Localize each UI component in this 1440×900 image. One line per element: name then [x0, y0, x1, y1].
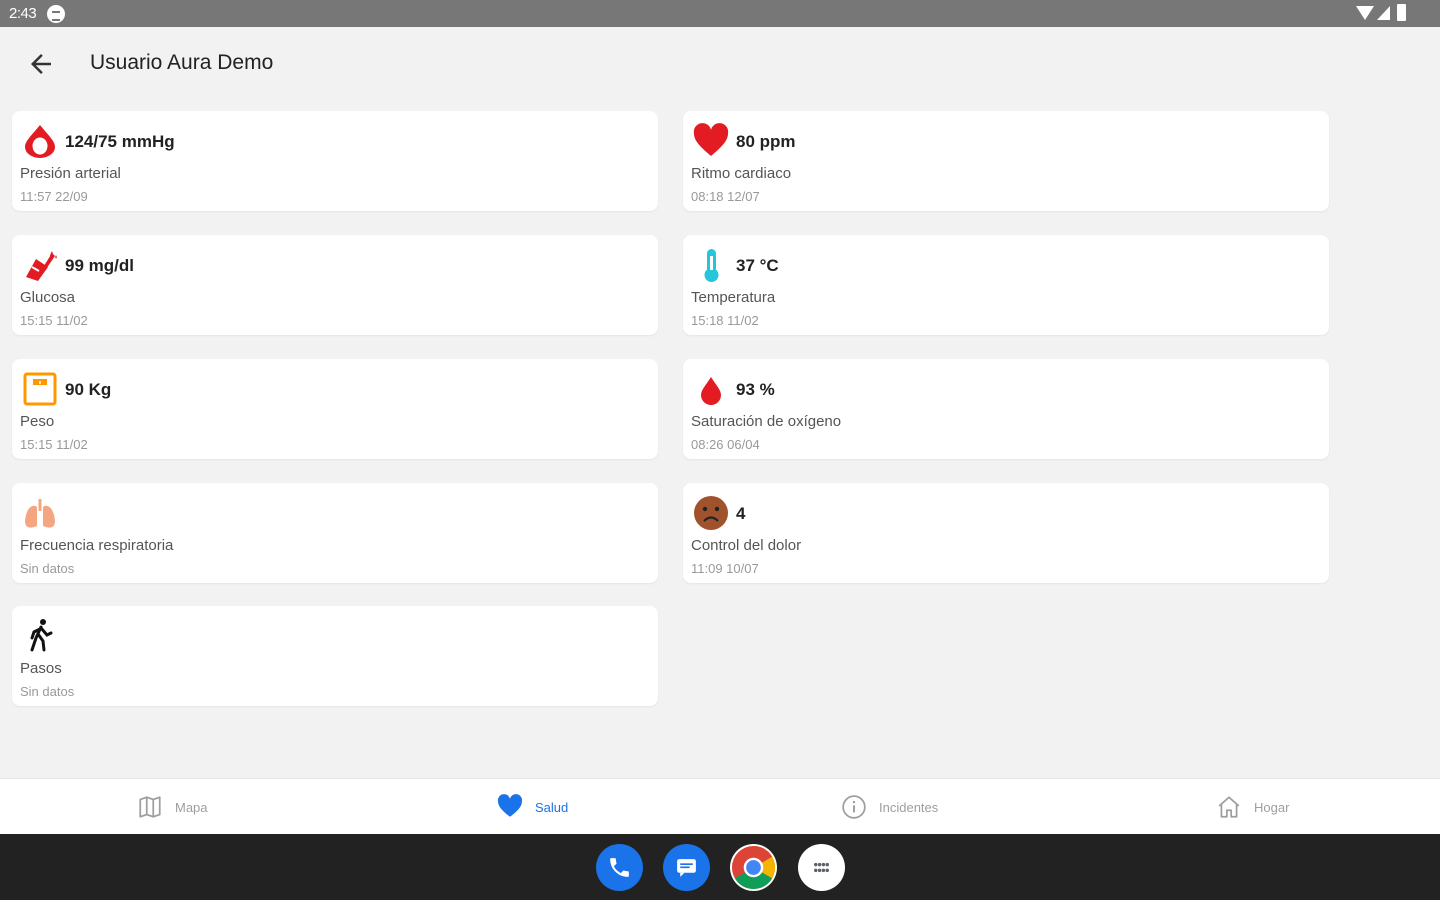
card-label: Ritmo cardiaco	[691, 165, 792, 182]
wifi-icon	[1356, 6, 1374, 20]
messages-app[interactable]	[663, 844, 710, 891]
card-label: Pasos	[20, 660, 62, 677]
heart-icon	[497, 794, 523, 817]
status-time: 2:43	[9, 5, 37, 22]
card-temperature[interactable]: 37 °C Temperatura 15:18 11/02	[683, 235, 1329, 335]
nav-label: Salud	[535, 799, 569, 815]
card-label: Frecuencia respiratoria	[20, 537, 174, 554]
card-date: 11:57 22/09	[20, 189, 88, 204]
chrome-icon	[731, 845, 776, 890]
card-blood-pressure[interactable]: 124/75 mmHg Presión arterial 11:57 22/09	[12, 111, 658, 211]
card-respiratory[interactable]: Frecuencia respiratoria Sin datos	[12, 483, 658, 583]
info-icon	[842, 795, 866, 819]
system-icons	[1356, 4, 1412, 22]
heart-icon	[693, 123, 729, 156]
card-date: 11:09 10/07	[691, 561, 759, 576]
card-label: Control del dolor	[691, 537, 802, 554]
notification-icon	[47, 5, 65, 23]
card-date: 08:18 12/07	[691, 189, 760, 204]
card-value: 37 °C	[736, 256, 779, 275]
card-date: 15:18 11/02	[691, 313, 759, 328]
card-label: Saturación de oxígeno	[691, 413, 842, 430]
oxygen-drop-icon	[701, 377, 721, 405]
thermometer-icon	[704, 249, 719, 282]
card-weight[interactable]: 90 Kg Peso 15:15 11/02	[12, 359, 658, 459]
card-date: Sin datos	[20, 561, 75, 576]
nav-incidents[interactable]: Incidentes	[841, 779, 938, 835]
app-drawer[interactable]	[798, 844, 845, 891]
battery-icon	[1397, 4, 1406, 21]
lungs-icon	[25, 499, 55, 528]
map-icon	[139, 796, 161, 818]
card-heart-rate[interactable]: 80 ppm Ritmo cardiaco 08:18 12/07	[683, 111, 1329, 211]
card-date: 08:26 06/04	[691, 437, 760, 452]
nav-health[interactable]: Salud	[497, 779, 568, 835]
scale-icon	[23, 372, 57, 406]
nav-label: Mapa	[175, 799, 208, 815]
arrow-back-icon[interactable]	[26, 49, 56, 79]
card-label: Presión arterial	[20, 165, 121, 182]
card-value: 90 Kg	[65, 380, 112, 399]
card-value: 99 mg/dl	[65, 256, 134, 275]
home-icon	[1218, 796, 1240, 818]
walking-icon	[30, 619, 53, 652]
card-value: 124/75 mmHg	[65, 132, 175, 151]
nav-map[interactable]: Mapa	[137, 779, 208, 835]
card-value: 4	[736, 504, 746, 523]
nav-label: Hogar	[1254, 799, 1290, 815]
card-date: 15:15 11/02	[20, 313, 88, 328]
card-label: Glucosa	[20, 289, 76, 306]
card-value: 93 %	[736, 380, 775, 399]
glucose-icon	[26, 251, 57, 281]
card-label: Temperatura	[691, 289, 776, 306]
app-bar: Usuario Aura Demo	[0, 27, 1440, 99]
card-label: Peso	[20, 413, 55, 430]
card-date: 15:15 11/02	[20, 437, 88, 452]
signal-icon	[1377, 6, 1390, 20]
phone-icon	[610, 858, 629, 877]
blood-drop-icon	[25, 125, 55, 158]
bottom-navigation: Mapa Salud Incidentes Hogar	[0, 778, 1440, 834]
page-title: Usuario Aura Demo	[90, 51, 274, 74]
nav-label: Incidentes	[879, 799, 939, 815]
card-date: Sin datos	[20, 684, 75, 699]
status-bar: 2:43	[0, 0, 1440, 27]
card-oxygen[interactable]: 93 % Saturación de oxígeno 08:26 06/04	[683, 359, 1329, 459]
sad-face-icon	[694, 496, 728, 530]
card-pain[interactable]: 4 Control del dolor 11:09 10/07	[683, 483, 1329, 583]
messages-icon	[677, 859, 696, 877]
chrome-app[interactable]	[730, 844, 777, 891]
card-glucose[interactable]: 99 mg/dl Glucosa 15:15 11/02	[12, 235, 658, 335]
card-value: 80 ppm	[736, 132, 796, 151]
phone-app[interactable]	[596, 844, 643, 891]
system-dock	[0, 834, 1440, 900]
nav-home[interactable]: Hogar	[1216, 779, 1289, 835]
card-steps[interactable]: Pasos Sin datos	[12, 606, 658, 706]
app-drawer-icon	[814, 862, 829, 873]
